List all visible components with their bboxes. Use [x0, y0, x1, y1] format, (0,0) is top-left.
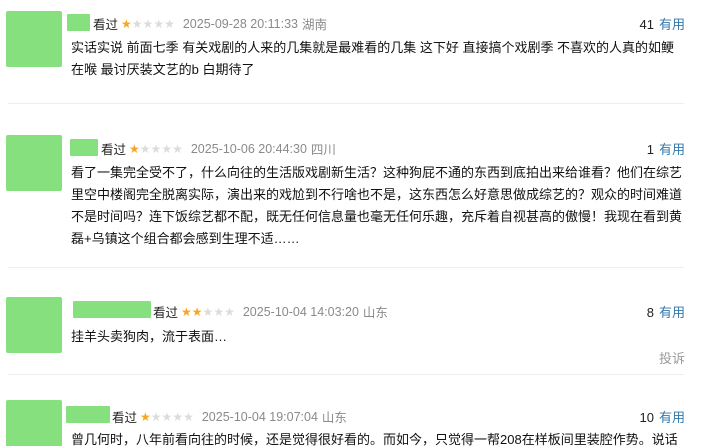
avatar[interactable]	[6, 400, 62, 446]
watched-label: 看过	[101, 143, 127, 157]
review-time: 2025-10-04 19:07:04	[201, 409, 318, 424]
star-filled-icon: ★	[191, 304, 203, 319]
star-empty-icon: ★	[183, 409, 194, 424]
useful-count: 10	[639, 410, 654, 425]
useful-vote[interactable]: 41 有用	[640, 14, 685, 33]
useful-button[interactable]: 有用	[659, 410, 685, 425]
username[interactable]	[66, 406, 110, 423]
rating-stars: ★ ★ ★ ★ ★	[121, 18, 175, 30]
username[interactable]	[73, 301, 151, 318]
review-location: 山东	[321, 411, 347, 425]
star-empty-icon: ★	[224, 304, 235, 319]
useful-button[interactable]: 有用	[659, 305, 685, 320]
useful-button[interactable]: 有用	[659, 17, 685, 32]
star-empty-icon: ★	[131, 16, 143, 31]
star-empty-icon: ★	[164, 16, 175, 31]
star-empty-icon: ★	[142, 16, 154, 31]
review-time: 2025-10-06 20:44:30	[190, 141, 307, 156]
star-empty-icon: ★	[161, 141, 173, 156]
username[interactable]	[67, 14, 90, 31]
star-empty-icon: ★	[213, 304, 225, 319]
avatar[interactable]	[6, 297, 62, 353]
star-empty-icon: ★	[202, 304, 214, 319]
avatar[interactable]	[6, 135, 62, 191]
star-empty-icon: ★	[172, 409, 184, 424]
divider	[8, 103, 684, 104]
divider	[8, 374, 684, 375]
review-text: 曾几何时，八年前看向往的时候，还是觉得很好看的。而如今，只觉得一帮208在样板间…	[71, 432, 678, 446]
review-text: 实话实说 前面七季 有关戏剧的人来的几集就是最难看的几集 这下好 直接搞个戏剧季…	[71, 40, 675, 77]
useful-vote[interactable]: 1 有用	[647, 139, 685, 158]
star-empty-icon: ★	[139, 141, 151, 156]
star-filled-icon: ★	[121, 16, 132, 31]
star-empty-icon: ★	[150, 409, 162, 424]
report-button[interactable]: 投诉	[659, 348, 685, 367]
star-filled-icon: ★	[181, 304, 192, 319]
star-empty-icon: ★	[150, 141, 162, 156]
review-list: 看过 ★ ★ ★ ★ ★ 2025-09-28 20:11:33 湖南 41 有用 实话实…	[0, 0, 721, 446]
review-meta: 看过 ★ ★ ★ ★ ★ 2025-10-04 14:03:20 山东	[153, 302, 388, 321]
username[interactable]	[70, 139, 98, 156]
star-filled-icon: ★	[129, 141, 140, 156]
review-text: 看了一集完全受不了，什么向往的生活版戏剧新生活？这种狗屁不通的东西到底拍出来给谁…	[71, 165, 683, 246]
star-filled-icon: ★	[140, 409, 151, 424]
review-meta: 看过 ★ ★ ★ ★ ★ 2025-10-06 20:44:30 四川	[101, 139, 336, 158]
review-time: 2025-10-04 14:03:20	[242, 304, 359, 319]
review-text: 挂羊头卖狗肉，流于表面…	[71, 329, 228, 344]
divider	[8, 267, 684, 268]
useful-count: 8	[646, 305, 654, 320]
useful-vote[interactable]: 8 有用	[647, 302, 685, 321]
review-location: 四川	[310, 143, 336, 157]
rating-stars: ★ ★ ★ ★ ★	[129, 143, 183, 155]
watched-label: 看过	[112, 411, 138, 425]
avatar[interactable]	[6, 11, 62, 67]
useful-vote[interactable]: 10 有用	[640, 407, 685, 426]
review-location: 湖南	[302, 18, 328, 32]
star-empty-icon: ★	[153, 16, 165, 31]
star-empty-icon: ★	[161, 409, 173, 424]
review-meta: 看过 ★ ★ ★ ★ ★ 2025-10-04 19:07:04 山东	[112, 407, 347, 426]
review-location: 山东	[362, 306, 388, 320]
useful-count: 1	[646, 142, 654, 157]
watched-label: 看过	[153, 306, 179, 320]
useful-button[interactable]: 有用	[659, 142, 685, 157]
star-empty-icon: ★	[172, 141, 183, 156]
review-time: 2025-09-28 20:11:33	[182, 16, 298, 31]
useful-count: 41	[639, 17, 654, 32]
rating-stars: ★ ★ ★ ★ ★	[181, 306, 235, 318]
watched-label: 看过	[93, 18, 119, 32]
review-meta: 看过 ★ ★ ★ ★ ★ 2025-09-28 20:11:33 湖南	[93, 14, 327, 33]
rating-stars: ★ ★ ★ ★ ★	[140, 411, 194, 423]
